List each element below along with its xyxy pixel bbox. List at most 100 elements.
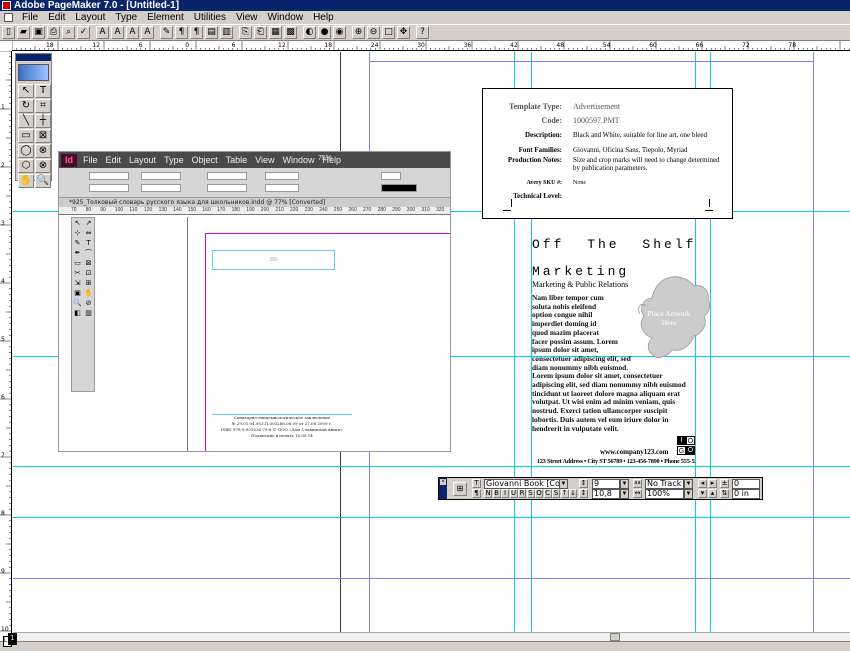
scroll-thumb[interactable]: [610, 633, 620, 641]
rectangle-icon[interactable]: ▭: [18, 129, 34, 143]
menu-utilities[interactable]: Utilities: [189, 11, 231, 24]
zoom-out-icon[interactable]: ⊖: [367, 26, 380, 39]
scale-y-field[interactable]: [207, 184, 247, 192]
copy-icon[interactable]: ⎘: [239, 26, 252, 39]
eye-icon[interactable]: ◉: [333, 26, 346, 39]
template-info-card[interactable]: Template Type: Advertisement Code: 1000597.…: [482, 88, 733, 219]
w-field[interactable]: [141, 172, 181, 180]
zoom-100-icon[interactable]: □: [382, 26, 395, 39]
menu-edit[interactable]: Edit: [43, 11, 70, 24]
y-field[interactable]: [89, 184, 129, 192]
grid-icon[interactable]: ▦: [269, 26, 282, 39]
kern-icon[interactable]: ±: [720, 479, 729, 488]
kern-right-icon[interactable]: ▸: [708, 479, 717, 488]
type-style-button[interactable]: ↓: [569, 489, 577, 498]
indesign-tool-icon[interactable]: ↖: [73, 219, 82, 227]
spell-icon[interactable]: ✓: [77, 26, 90, 39]
pages-icon[interactable]: ▥: [220, 26, 233, 39]
font-size-field[interactable]: 9: [592, 479, 620, 489]
width-arrows-icon[interactable]: ↔: [633, 489, 642, 498]
indesign-menu-file[interactable]: File: [83, 155, 98, 165]
indesign-tool-icon[interactable]: ⊹: [73, 229, 82, 237]
find-icon[interactable]: ⌕: [62, 26, 75, 39]
indesign-menu-view[interactable]: View: [255, 155, 274, 165]
font-size-A-icon[interactable]: A: [111, 26, 124, 39]
width-dropdown-icon[interactable]: ▼: [684, 489, 693, 499]
h-field[interactable]: [141, 184, 181, 192]
globe-icon[interactable]: ●: [318, 26, 331, 39]
stroke-type-field[interactable]: [381, 184, 417, 192]
menu-element[interactable]: Element: [142, 11, 189, 24]
indesign-zoom[interactable]: 75%: [318, 155, 332, 162]
indesign-menu-window[interactable]: Window: [282, 155, 314, 165]
text-tool-icon[interactable]: T: [35, 84, 51, 98]
pan-icon[interactable]: ✥: [397, 26, 410, 39]
save-icon[interactable]: ▣: [32, 26, 45, 39]
indesign-menu-layout[interactable]: Layout: [129, 155, 156, 165]
menu-help[interactable]: Help: [308, 11, 339, 24]
character-view-icon[interactable]: T: [472, 479, 481, 488]
baseline-down-icon[interactable]: ▾: [698, 489, 707, 498]
pilcrow-icon[interactable]: ¶: [175, 26, 188, 39]
ruler-guide[interactable]: [13, 517, 850, 518]
indesign-doc-tab[interactable]: *925_Толковый словарь русского языка для…: [59, 198, 450, 207]
kern-left-icon[interactable]: ◂: [698, 479, 707, 488]
rotate-icon[interactable]: ↻: [18, 99, 34, 113]
margin-guide[interactable]: [369, 61, 813, 62]
paragraph-view-icon[interactable]: ¶: [472, 489, 481, 498]
edit-story-icon[interactable]: ✎: [160, 26, 173, 39]
text-box-icon[interactable]: ▤: [205, 26, 218, 39]
indesign-tool-icon[interactable]: ⌒: [84, 249, 93, 257]
indesign-tool-icon[interactable]: ⇔: [84, 229, 93, 237]
rect-frame-icon[interactable]: ⊠: [35, 129, 51, 143]
close-icon[interactable]: ×: [440, 479, 446, 485]
polygon-icon[interactable]: ⬡: [18, 159, 34, 173]
type-style-button[interactable]: C: [543, 489, 552, 498]
help-icon[interactable]: ?: [416, 26, 429, 39]
indesign-tool-icon[interactable]: ✎: [73, 239, 82, 247]
polygon-frame-icon[interactable]: ⊗: [35, 159, 51, 173]
indesign-menu-table[interactable]: Table: [226, 155, 248, 165]
type-style-button[interactable]: N: [484, 489, 492, 498]
menu-layout[interactable]: Layout: [70, 11, 110, 24]
paragraph-icon[interactable]: ¶: [190, 26, 203, 39]
type-style-button[interactable]: I: [501, 489, 509, 498]
toolbox-titlebar[interactable]: [16, 54, 51, 61]
margin-guide[interactable]: [813, 52, 814, 641]
constrained-line-icon[interactable]: ┼: [35, 114, 51, 128]
crop-icon[interactable]: ⌗: [35, 99, 51, 113]
indesign-tool-icon[interactable]: ✂: [73, 269, 82, 277]
indesign-tool-icon[interactable]: ⊞: [84, 279, 93, 287]
indesign-screenshot[interactable]: Id File Edit Layout Type Object Table View Wind…: [58, 151, 451, 452]
ellipse-frame-icon[interactable]: ⊗: [35, 144, 51, 158]
x-field[interactable]: [89, 172, 129, 180]
rotate-field[interactable]: [265, 172, 299, 180]
indesign-tool-icon[interactable]: ▭: [73, 259, 82, 267]
indesign-tool-icon[interactable]: ▥: [84, 309, 93, 317]
leading-field[interactable]: 10,8: [592, 489, 620, 499]
type-style-button[interactable]: B: [492, 489, 501, 498]
type-style-button[interactable]: R: [518, 489, 526, 498]
leading-arrows-icon[interactable]: ↕: [579, 489, 588, 498]
new-doc-icon[interactable]: ▯: [2, 26, 15, 39]
indesign-tool-icon[interactable]: ◧: [73, 309, 82, 317]
indesign-tool-icon[interactable]: ✋: [84, 289, 93, 297]
stroke-weight-field[interactable]: [381, 172, 401, 180]
font-field[interactable]: Giovanni Book [Cou: [484, 479, 560, 489]
track-dropdown-icon[interactable]: ▼: [684, 479, 693, 489]
menu-window[interactable]: Window: [263, 11, 309, 24]
type-style-button[interactable]: S: [552, 489, 560, 498]
type-style-button[interactable]: ↑: [560, 489, 569, 498]
indesign-tool-icon[interactable]: ⊘: [84, 299, 93, 307]
baseline-up-icon[interactable]: ▴: [708, 489, 717, 498]
indesign-menu-object[interactable]: Object: [192, 155, 218, 165]
width-field[interactable]: 100%: [645, 489, 684, 499]
type-style-button[interactable]: S: [526, 489, 535, 498]
margin-guide[interactable]: [13, 578, 850, 579]
indesign-menu-type[interactable]: Type: [164, 155, 184, 165]
menu-file[interactable]: File: [17, 11, 43, 24]
ellipse-icon[interactable]: ◯: [18, 144, 34, 158]
type-A-icon[interactable]: A: [96, 26, 109, 39]
paste-icon[interactable]: ⎗: [254, 26, 267, 39]
indesign-tool-icon[interactable]: ⊠: [84, 259, 93, 267]
